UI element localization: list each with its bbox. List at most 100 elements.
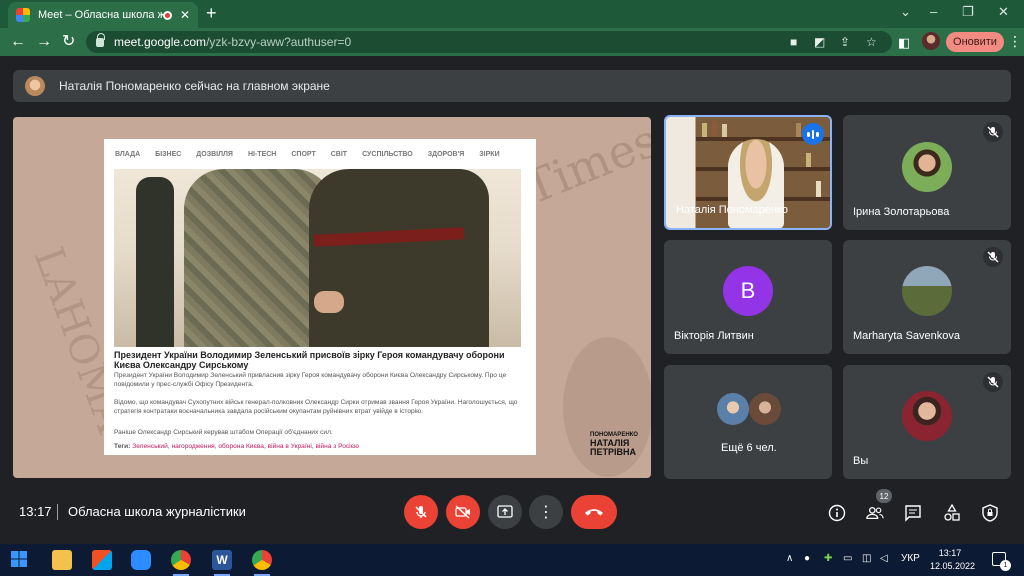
tray-chevron-icon[interactable]: ∧ (786, 553, 793, 564)
leave-call-button[interactable] (571, 495, 617, 529)
shared-screen[interactable]: Times LAHOMA ВЛАДА БІЗНЕС ДОЗВІЛЛЯ HI-TE… (13, 117, 651, 478)
tag-link: нагородження (171, 443, 215, 450)
tag-link: війна в Україні (267, 443, 312, 450)
more-options-button[interactable]: ⋮ (529, 495, 563, 529)
url-host: meet.google.com (114, 35, 207, 49)
store-icon[interactable] (92, 550, 112, 570)
participant-name: Вы (853, 455, 869, 467)
participant-avatar (902, 266, 952, 316)
mic-off-button[interactable] (404, 495, 438, 529)
meet-favicon-icon (16, 8, 30, 22)
people-button[interactable] (866, 504, 884, 522)
chrome-icon[interactable] (171, 550, 191, 576)
meet-control-bar: 13:17 Обласна школа журналістики ⋮ 12 (0, 484, 1024, 544)
article-photo (114, 169, 521, 347)
participant-tile-more[interactable]: Ещё 6 чел. (664, 365, 832, 479)
tag-link: Зеленський (132, 443, 168, 450)
notifications-icon[interactable]: 1 (992, 552, 1011, 571)
bookmark-star-icon[interactable]: ☆ (866, 35, 877, 49)
notification-count: 1 (1000, 560, 1011, 571)
banner-text: Наталія Пономаренко сейчас на главном эк… (59, 79, 330, 93)
url-path: /yzk-bzvy-aww?authuser=0 (206, 35, 352, 49)
info-icon (828, 504, 846, 522)
tab-search-icon[interactable]: ⌄ (900, 4, 911, 20)
article-paragraph: Раніше Олександр Сирський керував штабом… (114, 429, 333, 436)
article-tags: Теги: Зеленський, нагородження, оборона … (114, 443, 359, 450)
present-screen-icon (497, 505, 513, 518)
presenter-logo: ПОНОМАРЕНКО НАТАЛІЯ ПЕТРІВНА (590, 431, 638, 457)
participant-tile-nataliia[interactable]: Наталія Пономаренко (664, 115, 832, 230)
category-item: ДОЗВІЛЛЯ (196, 150, 233, 158)
language-indicator[interactable]: УКР (901, 553, 920, 564)
category-item: СУСПІЛЬСТВО (362, 150, 413, 158)
participant-mini-avatar (717, 393, 749, 425)
windows-start-icon[interactable] (10, 550, 30, 570)
tab-close-icon[interactable]: ✕ (180, 8, 190, 22)
word-icon[interactable]: W (212, 550, 232, 576)
participant-name: Наталія Пономаренко (676, 204, 788, 216)
host-controls-button[interactable] (981, 504, 999, 522)
forward-arrow-icon[interactable]: → (36, 33, 52, 51)
tab-title: Meet – Обласна школа жур (38, 9, 163, 21)
news-article: ВЛАДА БІЗНЕС ДОЗВІЛЛЯ HI-TECH СПОРТ СВІТ… (104, 139, 536, 455)
background-newspaper: Times (516, 117, 651, 216)
taskbar-time: 13:17 (938, 548, 962, 558)
address-bar[interactable]: meet.google.com/yzk-bzvy-aww?authuser=0 … (86, 31, 892, 53)
sidebar-icon[interactable]: ◧ (898, 34, 910, 52)
battery-icon[interactable]: ▭ (843, 553, 852, 564)
logo-line2: ПЕТРІВНА (590, 447, 636, 457)
presenter-avatar (25, 76, 45, 96)
camera-off-button[interactable] (446, 495, 480, 529)
meeting-clock: 13:17 (19, 504, 52, 519)
network-icon[interactable]: ◫ (862, 553, 871, 564)
divider (57, 504, 58, 520)
shield-lock-icon (982, 504, 998, 522)
tag-link: оборона Києва (218, 443, 264, 450)
taskbar-date: 12.05.2022 (930, 561, 976, 571)
zoom-icon[interactable] (131, 550, 151, 570)
participant-initial-avatar: B (723, 266, 773, 316)
profile-avatar[interactable] (922, 32, 940, 50)
maximize-button[interactable]: ❐ (962, 4, 974, 20)
taskbar-clock[interactable]: 13:17 12.05.2022 (930, 547, 976, 573)
menu-kebab-icon[interactable]: ⋮ (1008, 33, 1022, 50)
participant-tile-marharyta[interactable]: Marharyta Savenkova (843, 240, 1011, 354)
participant-name: Вікторія Литвин (674, 330, 754, 342)
category-item: ЗІРКИ (479, 150, 500, 158)
close-window-button[interactable]: ✕ (998, 4, 1009, 20)
translate-icon[interactable]: ◩ (814, 35, 825, 49)
chat-button[interactable] (904, 504, 922, 522)
participant-mini-avatar (749, 393, 781, 425)
meeting-details-button[interactable] (828, 504, 846, 522)
tag-link: війна з Росією (315, 443, 359, 450)
windows-taskbar: W ∧ ● ✚ ▭ ◫ ◁ УКР 13:17 12.05.2022 1 (0, 544, 1024, 576)
tray-plus-icon[interactable]: ✚ (824, 553, 832, 564)
chrome-profile-icon[interactable] (252, 550, 272, 576)
new-tab-button[interactable]: + (206, 4, 217, 22)
category-item: HI-TECH (247, 150, 277, 158)
back-arrow-icon[interactable]: ← (10, 33, 26, 51)
share-icon[interactable]: ⇪ (840, 35, 850, 49)
category-item: БІЗНЕС (155, 150, 182, 158)
participant-tile-viktoriia[interactable]: B Вікторія Литвин (664, 240, 832, 354)
participant-avatar (902, 141, 952, 192)
participant-tile-self[interactable]: Вы (843, 365, 1011, 479)
mic-off-icon (983, 122, 1003, 142)
tags-label: Теги: (114, 443, 131, 450)
minimize-button[interactable]: – (930, 4, 937, 19)
category-item: ЗДОРОВ'Я (427, 150, 465, 158)
participant-tile-iryna[interactable]: Ірина Золотарьова (843, 115, 1011, 230)
present-screen-button[interactable] (488, 495, 522, 529)
meeting-title: Обласна школа журналістики (68, 504, 246, 519)
browser-tab-meet[interactable]: Meet – Обласна школа жур ✕ (8, 2, 198, 28)
category-item: ВЛАДА (115, 150, 141, 158)
lock-icon (96, 32, 105, 47)
activities-button[interactable] (943, 504, 961, 522)
article-headline: Президент України Володимир Зеленський п… (114, 350, 505, 370)
volume-icon[interactable]: ◁ (880, 553, 888, 564)
update-button[interactable]: Оновити (946, 32, 1004, 52)
tray-app-icon[interactable]: ● (804, 553, 810, 564)
file-explorer-icon[interactable] (52, 550, 72, 570)
camera-icon[interactable]: ■ (790, 35, 797, 49)
reload-icon[interactable]: ↻ (62, 33, 75, 51)
